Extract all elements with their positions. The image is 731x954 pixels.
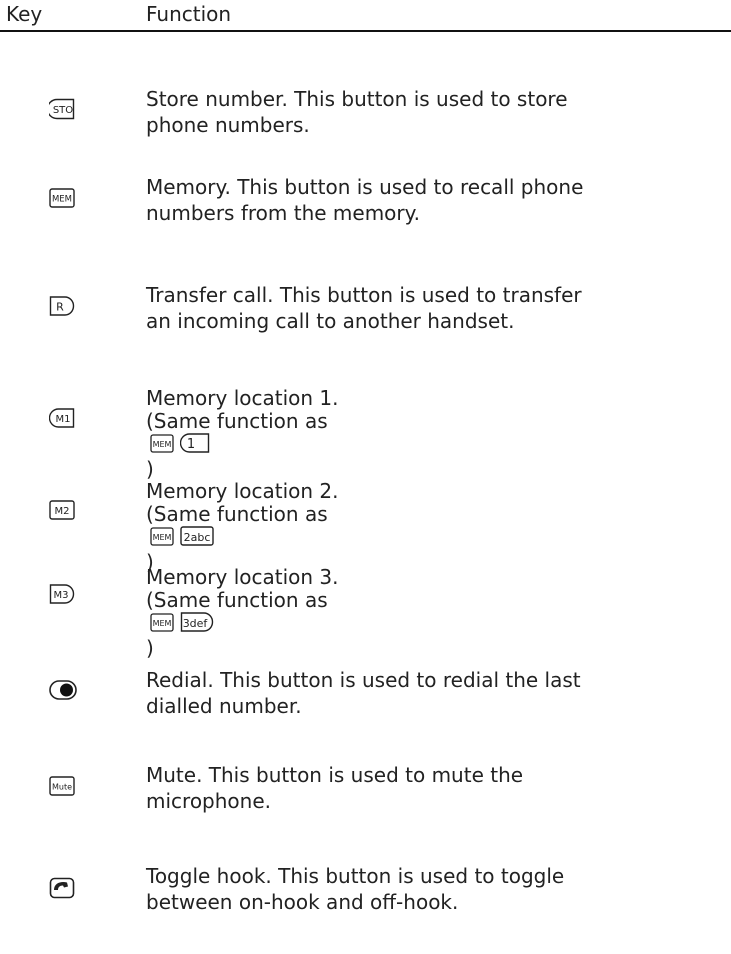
- description-line: Memory. This button is used to recall ph…: [146, 175, 584, 199]
- mem-key-icon: MEM: [150, 527, 174, 546]
- description-line: Redial. This button is used to redial th…: [146, 668, 581, 692]
- mem-key-label: MEM: [153, 619, 172, 628]
- description-line: phone numbers.: [146, 113, 310, 137]
- description-line: Toggle hook. This button is used to togg…: [146, 864, 565, 888]
- sto-key-label: STO: [53, 105, 73, 116]
- sto-description: Store number. This button is used to sto…: [146, 86, 731, 138]
- r-description: Transfer call. This button is used to tr…: [146, 282, 731, 334]
- description-line: between on-hook and off-hook.: [146, 890, 459, 914]
- mem-key-label: MEM: [153, 440, 172, 449]
- hook-key-icon: [49, 877, 75, 899]
- table-row: Toggle hook. This button is used to togg…: [0, 846, 731, 916]
- digit-key-label: 3def: [183, 617, 209, 630]
- table-row: M3 Memory location 3. (Same function as …: [0, 556, 731, 660]
- m1-key-icon: M1: [49, 408, 75, 428]
- m2-key-label: M2: [55, 506, 70, 517]
- digit-key-label: 2abc: [184, 531, 211, 544]
- table-header: Key Function: [0, 0, 731, 32]
- m1-description: Memory location 1. (Same function as MEM…: [146, 387, 731, 481]
- description-line: Transfer call. This button is used to tr…: [146, 283, 582, 307]
- key-column-header: Key: [6, 2, 43, 26]
- description-line: Mute. This button is used to mute the: [146, 763, 524, 787]
- mute-description: Mute. This button is used to mute the mi…: [146, 762, 731, 814]
- redial-description: Redial. This button is used to redial th…: [146, 667, 731, 719]
- description-line: dialled number.: [146, 694, 302, 718]
- description-line: Store number. This button is used to sto…: [146, 87, 568, 111]
- inline-key-sequence: MEM 2abc: [150, 526, 731, 551]
- hook-description: Toggle hook. This button is used to togg…: [146, 863, 731, 915]
- digit-3-key-icon: 3def: [181, 612, 214, 632]
- description-line: an incoming call to another handset.: [146, 309, 515, 333]
- description-line: Memory location 1.: [146, 386, 339, 410]
- r-key-label: R: [56, 301, 64, 314]
- table-row: Mute Mute. This button is used to mute t…: [0, 740, 731, 813]
- mem-key-label: MEM: [52, 195, 72, 205]
- mem-key-icon: MEM: [150, 434, 174, 453]
- table-row: Redial. This button is used to redial th…: [0, 640, 731, 718]
- function-column-header: Function: [146, 2, 232, 26]
- description-line: numbers from the memory.: [146, 201, 420, 225]
- inline-key-sequence: MEM 3def: [150, 612, 731, 637]
- r-key-icon: R: [49, 296, 75, 316]
- mute-key-icon: Mute: [49, 776, 75, 796]
- digit-2-key-icon: 2abc: [180, 526, 215, 546]
- m2-key-icon: M2: [49, 500, 75, 520]
- mem-key-label: MEM: [153, 533, 172, 542]
- description-line: microphone.: [146, 789, 271, 813]
- digit-1-key-icon: 1: [180, 433, 210, 453]
- description-line: Memory location 2.: [146, 479, 339, 503]
- mem-key-icon: MEM: [49, 188, 75, 208]
- table-row: STO Store number. This button is used to…: [0, 72, 731, 137]
- same-function-text: (Same function as: [146, 409, 328, 433]
- description-line: Memory location 3.: [146, 565, 339, 589]
- m3-key-icon: M3: [49, 584, 75, 604]
- m1-key-label: M1: [56, 414, 71, 425]
- redial-key-icon: [49, 680, 77, 700]
- same-function-text: (Same function as: [146, 588, 328, 612]
- m3-key-label: M3: [54, 590, 69, 601]
- mute-key-label: Mute: [52, 783, 72, 792]
- inline-key-sequence: MEM 1: [150, 433, 731, 458]
- same-function-text: (Same function as: [146, 502, 328, 526]
- table-row: R Transfer call. This button is used to …: [0, 268, 731, 338]
- table-row: M1 Memory location 1. (Same function as …: [0, 385, 731, 481]
- digit-key-label: 1: [187, 437, 195, 452]
- mem-key-icon: MEM: [150, 613, 174, 632]
- table-row: M2 Memory location 2. (Same function as …: [0, 470, 731, 574]
- mem-description: Memory. This button is used to recall ph…: [146, 174, 731, 226]
- table-row: MEM Memory. This button is used to recal…: [0, 162, 731, 232]
- sto-key-icon: STO: [49, 98, 75, 120]
